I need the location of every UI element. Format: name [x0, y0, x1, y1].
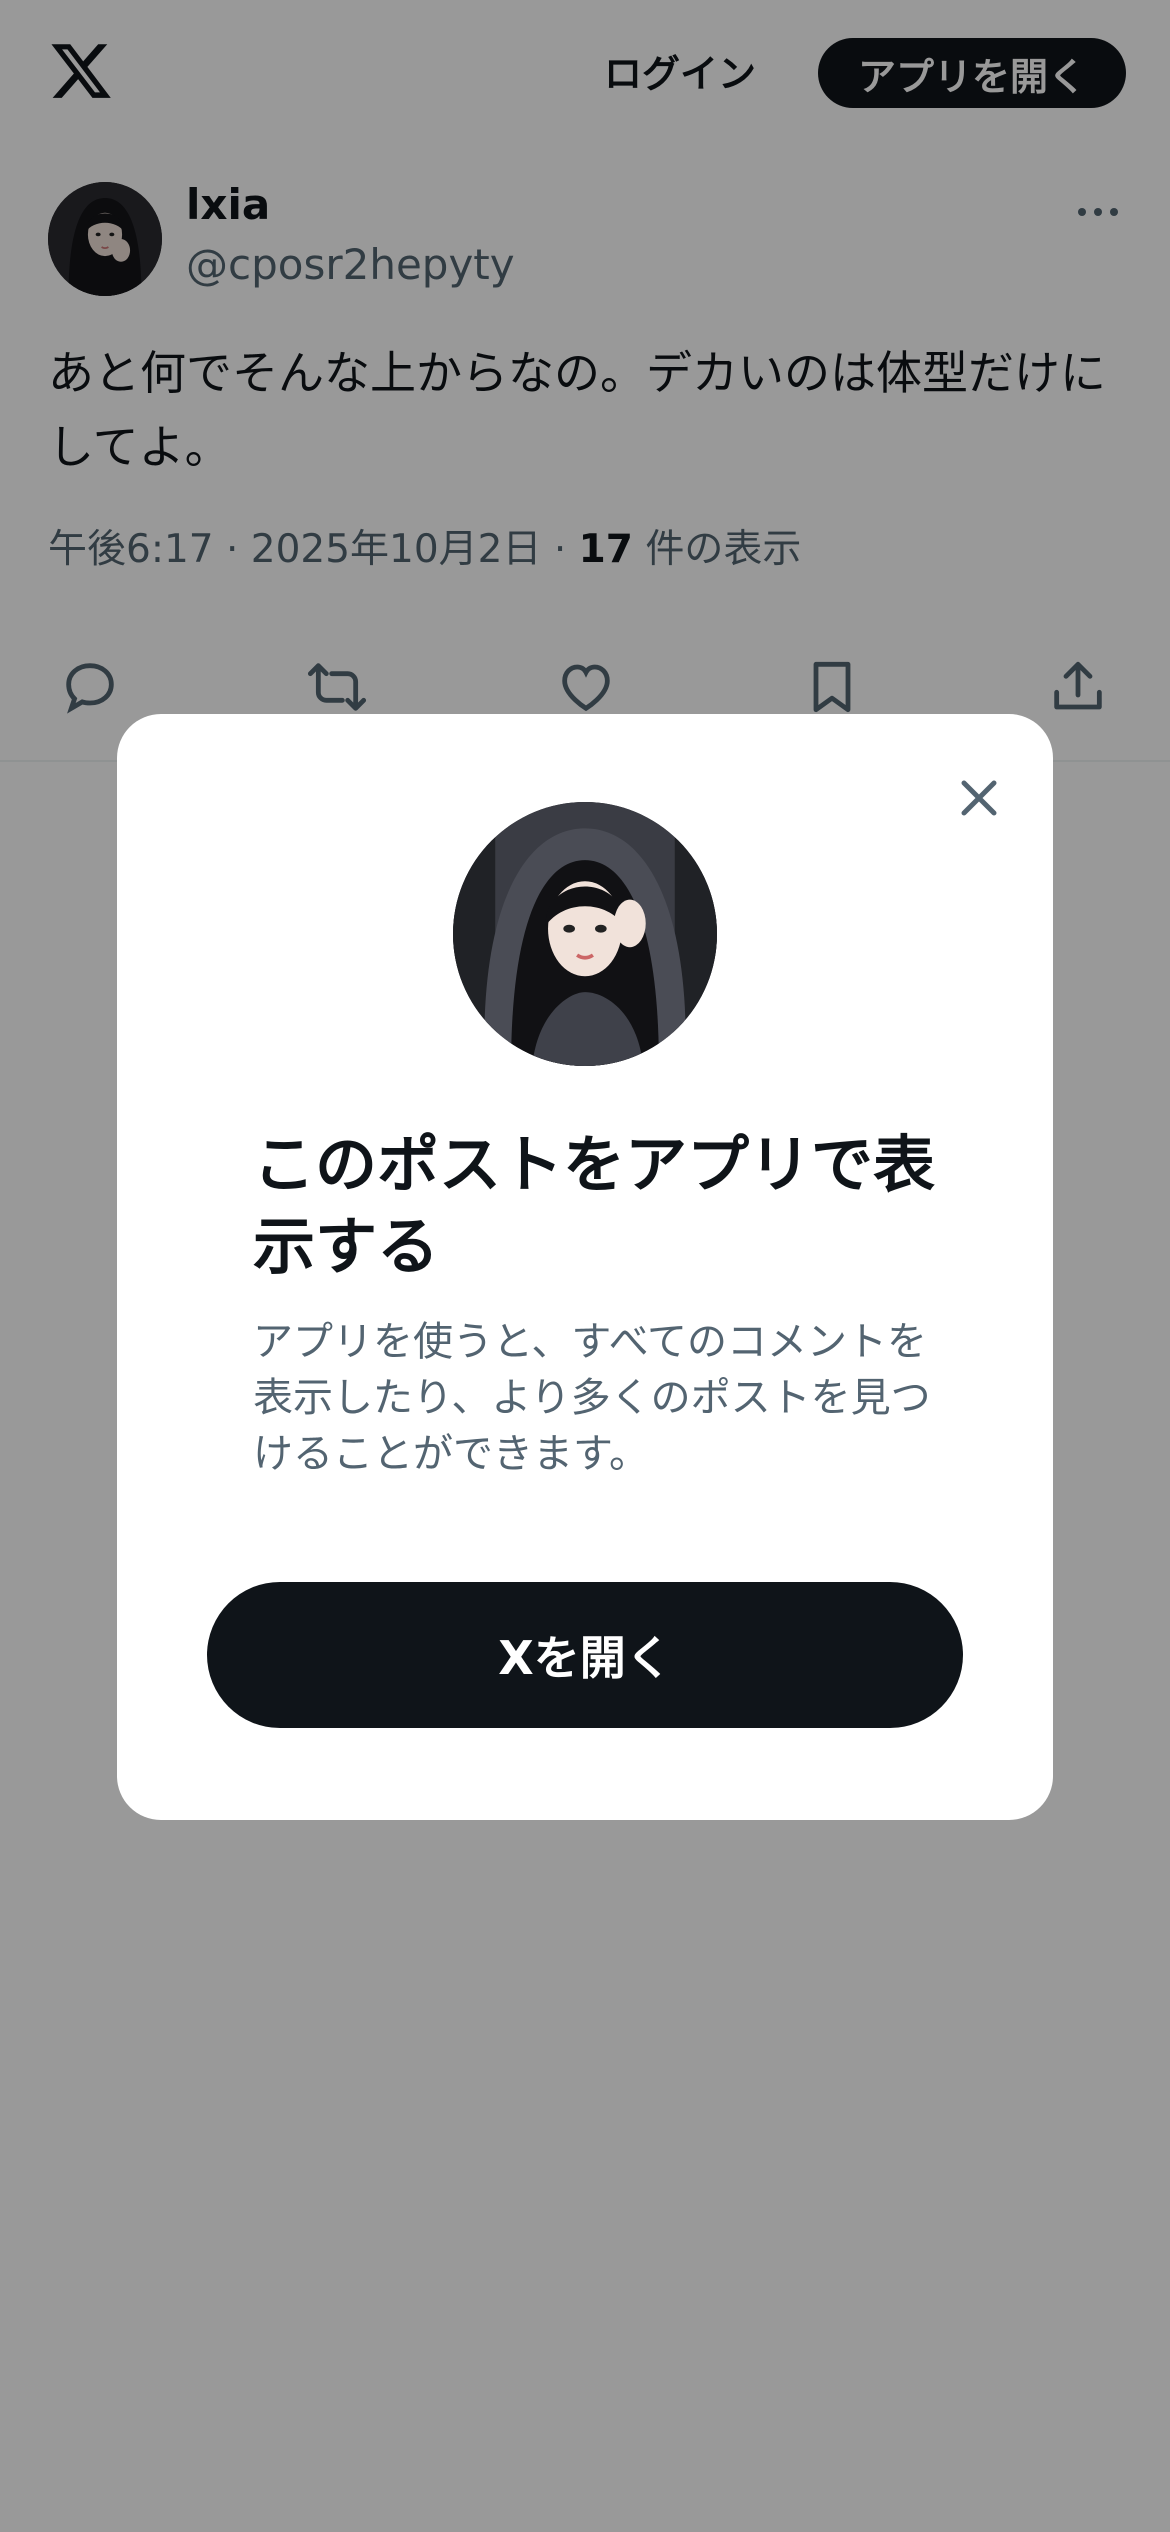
modal-description: アプリを使うと、すべてのコメントを表示したり、より多くのポストを見つけることがで…: [253, 1319, 931, 1477]
close-icon[interactable]: [947, 766, 1011, 830]
open-x-button[interactable]: Xを開く: [207, 1582, 963, 1728]
modal-title: このポストをアプリで表示する: [253, 1128, 936, 1283]
avatar-image: [453, 802, 717, 1066]
open-in-app-modal: このポストをアプリで表示する アプリを使うと、すべてのコメントを表示したり、より…: [117, 714, 1053, 1820]
modal-avatar: [453, 802, 717, 1066]
